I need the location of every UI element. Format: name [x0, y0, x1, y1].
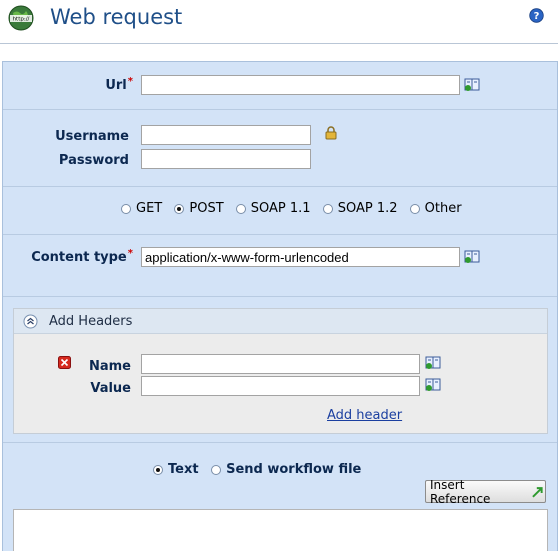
insert-reference-button[interactable]: Insert Reference: [425, 478, 546, 506]
header-value-input[interactable]: [141, 376, 420, 396]
svg-text:http://: http://: [13, 17, 30, 23]
url-label: Url*: [105, 76, 133, 93]
lock-icon: [325, 126, 337, 140]
radio-button[interactable]: [235, 203, 246, 214]
method-soap11-radio[interactable]: SOAP 1.1: [235, 201, 311, 216]
password-label: Password: [58, 153, 129, 168]
insert-reference-icon[interactable]: [464, 250, 481, 264]
method-soap12-radio[interactable]: SOAP 1.2: [322, 201, 398, 216]
body-workflow-file-radio[interactable]: Send workflow file: [211, 462, 361, 477]
radio-button[interactable]: [153, 464, 163, 475]
method-post-radio[interactable]: POST: [174, 201, 224, 216]
password-input[interactable]: [141, 149, 311, 169]
content-type-input[interactable]: [141, 247, 460, 267]
delete-icon[interactable]: [58, 356, 71, 369]
method-radio-group: GET POST SOAP 1.1 SOAP 1.2 Other: [121, 201, 470, 218]
username-label: Username: [55, 129, 129, 144]
method-get-radio[interactable]: GET: [121, 201, 162, 216]
method-other-radio[interactable]: Other: [409, 201, 462, 216]
insert-reference-icon[interactable]: [464, 78, 481, 92]
insert-reference-icon[interactable]: [425, 378, 442, 392]
radio-button[interactable]: [211, 464, 222, 475]
add-header-link[interactable]: Add header: [327, 408, 402, 423]
url-input[interactable]: [141, 75, 460, 95]
page-title: Web request: [50, 5, 183, 29]
radio-button[interactable]: [174, 203, 185, 214]
insert-reference-icon[interactable]: [425, 356, 442, 370]
form-panel: Url* Username Password GET POST SOAP 1.1…: [2, 61, 558, 551]
body-text-area[interactable]: [13, 509, 548, 551]
header-value-label: Value: [90, 381, 131, 396]
body-text-radio[interactable]: Text: [153, 462, 199, 477]
header-name-label: Name: [88, 359, 131, 374]
headers-section: Add Headers Name Value Add header: [13, 308, 548, 434]
radio-button[interactable]: [409, 203, 420, 214]
headers-title: Add Headers: [49, 314, 133, 329]
content-type-label: Content type*: [31, 248, 133, 265]
username-input[interactable]: [141, 125, 311, 145]
collapse-icon[interactable]: [23, 314, 38, 329]
header: http:// Web request ?: [0, 0, 558, 44]
svg-text:?: ?: [534, 11, 540, 22]
body-mode-radio-group: Text Send workflow file: [153, 462, 369, 479]
globe-http-icon: http://: [8, 5, 34, 31]
header-name-input[interactable]: [141, 354, 420, 374]
radio-button[interactable]: [322, 203, 333, 214]
headers-title-bar[interactable]: Add Headers: [14, 309, 547, 334]
help-icon[interactable]: ?: [529, 8, 544, 23]
radio-button[interactable]: [121, 203, 131, 214]
insert-arrow-icon: [532, 486, 544, 498]
